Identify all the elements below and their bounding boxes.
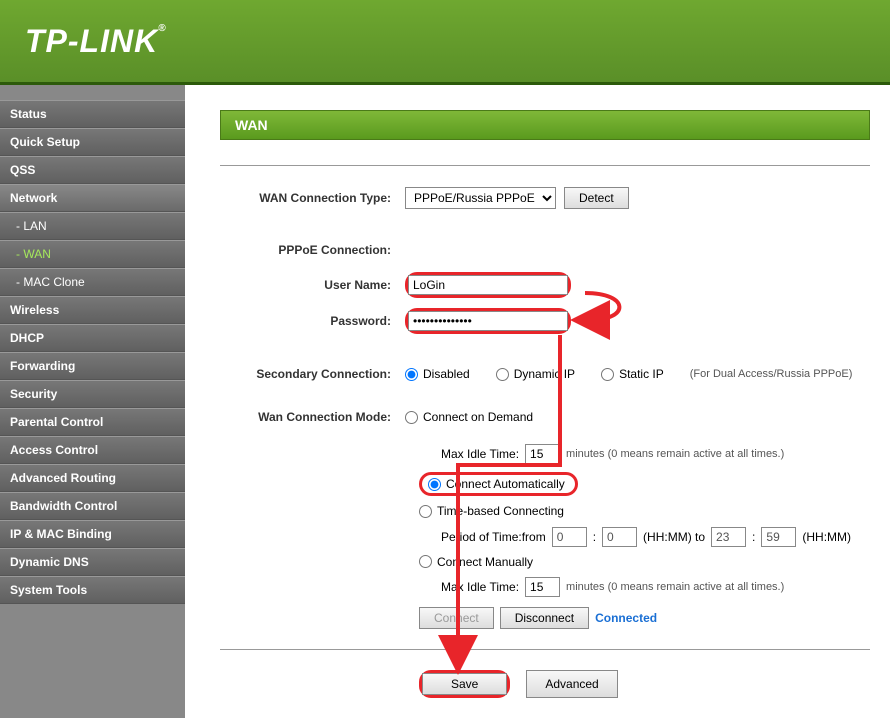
radio-auto-label: Connect Automatically xyxy=(446,477,565,491)
annotation-highlight-save: Save xyxy=(419,670,510,698)
sidebar-item-forwarding[interactable]: Forwarding xyxy=(0,352,185,380)
label-to: (HH:MM) to xyxy=(643,530,705,544)
radio-demand[interactable] xyxy=(405,411,418,424)
label-idle2: Max Idle Time: xyxy=(441,580,519,594)
radio-auto[interactable] xyxy=(428,478,441,491)
label-hhmm: (HH:MM) xyxy=(802,530,851,544)
header-banner: TP-LINK® xyxy=(0,0,890,85)
idle2-input[interactable] xyxy=(525,577,560,597)
radio-manual-label: Connect Manually xyxy=(437,555,533,569)
annotation-highlight-password xyxy=(405,308,571,334)
sidebar-item-access-control[interactable]: Access Control xyxy=(0,436,185,464)
idle2-note: minutes (0 means remain active at all ti… xyxy=(566,581,784,593)
username-input[interactable] xyxy=(408,275,568,295)
sidebar-item-ip-mac-binding[interactable]: IP & MAC Binding xyxy=(0,520,185,548)
disconnect-button[interactable]: Disconnect xyxy=(500,607,589,629)
radio-manual[interactable] xyxy=(419,555,432,568)
colon1: : xyxy=(593,530,596,544)
label-pppoe-conn: PPPoE Connection: xyxy=(220,243,405,257)
sidebar-item-bandwidth-control[interactable]: Bandwidth Control xyxy=(0,492,185,520)
sidebar-item-parental-control[interactable]: Parental Control xyxy=(0,408,185,436)
label-idle1: Max Idle Time: xyxy=(441,447,519,461)
radio-dynamic[interactable] xyxy=(496,368,509,381)
sidebar-item-mac-clone[interactable]: - MAC Clone xyxy=(0,268,185,296)
sidebar-item-wan[interactable]: - WAN xyxy=(0,240,185,268)
sidebar-item-network[interactable]: Network xyxy=(0,184,185,212)
label-mode: Wan Connection Mode: xyxy=(220,410,405,424)
annotation-highlight-username xyxy=(405,272,571,298)
secondary-note: (For Dual Access/Russia PPPoE) xyxy=(690,368,853,380)
sidebar-item-system-tools[interactable]: System Tools xyxy=(0,576,185,604)
period-to-m[interactable] xyxy=(761,527,796,547)
sidebar-item-advanced-routing[interactable]: Advanced Routing xyxy=(0,464,185,492)
period-to-h[interactable] xyxy=(711,527,746,547)
sidebar-item-wireless[interactable]: Wireless xyxy=(0,296,185,324)
password-input[interactable] xyxy=(408,311,568,331)
save-button[interactable]: Save xyxy=(422,673,507,695)
detect-button[interactable]: Detect xyxy=(564,187,629,209)
label-period: Period of Time:from xyxy=(441,530,546,544)
label-password: Password: xyxy=(220,314,405,328)
radio-dynamic-label: Dynamic IP xyxy=(514,367,575,381)
sidebar-item-lan[interactable]: - LAN xyxy=(0,212,185,240)
sidebar-item-security[interactable]: Security xyxy=(0,380,185,408)
divider xyxy=(220,165,870,166)
idle1-note: minutes (0 means remain active at all ti… xyxy=(566,448,784,460)
radio-disabled[interactable] xyxy=(405,368,418,381)
radio-time[interactable] xyxy=(419,505,432,518)
idle1-input[interactable] xyxy=(525,444,560,464)
brand-logo: TP-LINK® xyxy=(25,23,167,60)
advanced-button[interactable]: Advanced xyxy=(526,670,617,698)
sidebar-item-quick-setup[interactable]: Quick Setup xyxy=(0,128,185,156)
radio-disabled-label: Disabled xyxy=(423,367,470,381)
colon2: : xyxy=(752,530,755,544)
status-connected: Connected xyxy=(595,611,657,625)
label-secondary: Secondary Connection: xyxy=(220,367,405,381)
period-from-h[interactable] xyxy=(552,527,587,547)
label-conn-type: WAN Connection Type: xyxy=(220,191,405,205)
sidebar-item-status[interactable]: Status xyxy=(0,100,185,128)
radio-demand-label: Connect on Demand xyxy=(423,410,533,424)
radio-static[interactable] xyxy=(601,368,614,381)
radio-static-label: Static IP xyxy=(619,367,664,381)
radio-time-label: Time-based Connecting xyxy=(437,504,564,518)
label-username: User Name: xyxy=(220,278,405,292)
connect-button[interactable]: Connect xyxy=(419,607,494,629)
page-title: WAN xyxy=(220,110,870,140)
conn-type-select[interactable]: PPPoE/Russia PPPoE xyxy=(405,187,556,209)
divider-bottom xyxy=(220,649,870,650)
sidebar-item-qss[interactable]: QSS xyxy=(0,156,185,184)
period-from-m[interactable] xyxy=(602,527,637,547)
sidebar-item-dynamic-dns[interactable]: Dynamic DNS xyxy=(0,548,185,576)
sidebar: Status Quick Setup QSS Network - LAN - W… xyxy=(0,85,185,718)
sidebar-item-dhcp[interactable]: DHCP xyxy=(0,324,185,352)
annotation-highlight-auto: Connect Automatically xyxy=(419,472,578,496)
content-area: WAN WAN Connection Type: PPPoE/Russia PP… xyxy=(185,85,890,718)
